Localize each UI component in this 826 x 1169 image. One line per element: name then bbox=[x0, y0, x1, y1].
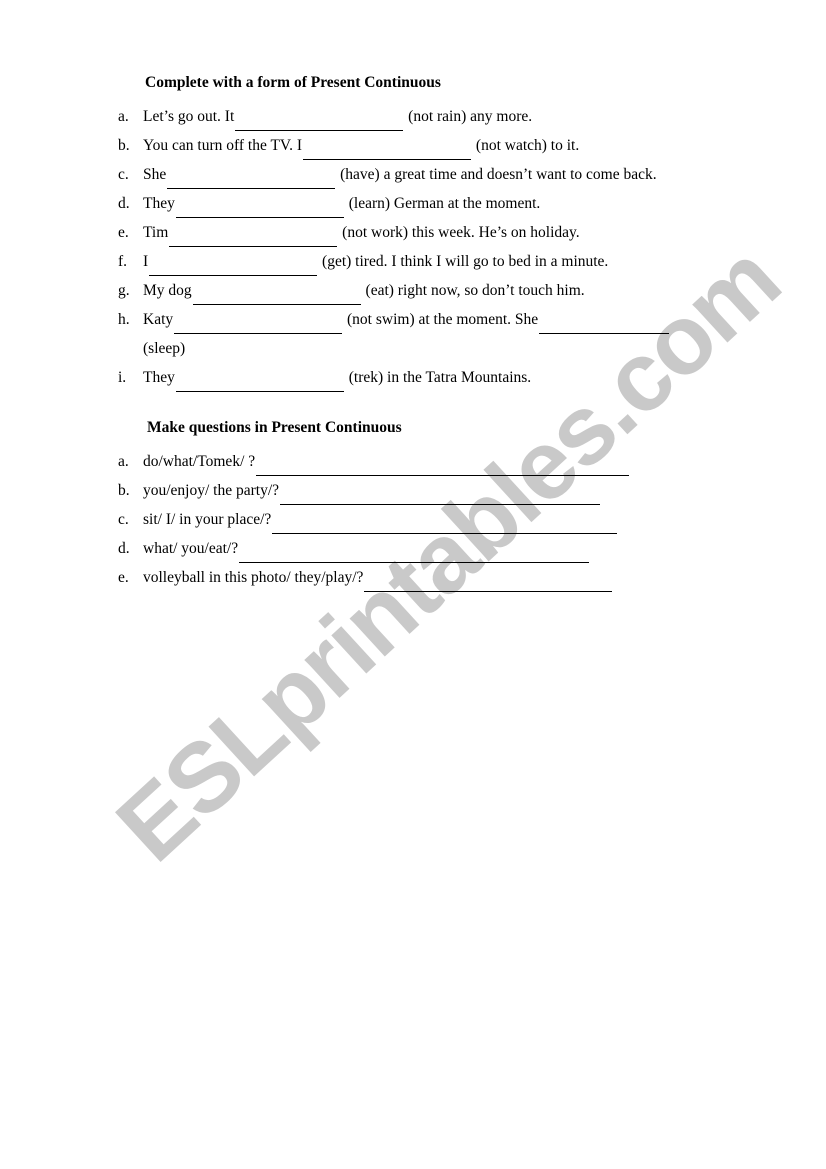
answer-blank[interactable] bbox=[149, 259, 318, 276]
item-text-before: Katy bbox=[143, 311, 174, 328]
item-text-after: (have) a great time and doesn’t want to … bbox=[336, 166, 657, 183]
item-marker: i. bbox=[118, 369, 127, 386]
item-text-before: My dog bbox=[143, 282, 192, 299]
exercise-item: h. Katy (not swim) at the moment. She bbox=[0, 305, 826, 334]
item-text-before: do/what/Tomek/ ? bbox=[143, 453, 256, 470]
answer-blank[interactable] bbox=[539, 317, 670, 334]
answer-blank[interactable] bbox=[256, 459, 630, 476]
exercise-item: c. sit/ I/ in your place/? bbox=[0, 505, 826, 534]
item-marker: c. bbox=[118, 511, 129, 528]
answer-blank[interactable] bbox=[174, 317, 343, 334]
exercise-item: c. She (have) a great time and doesn’t wa… bbox=[0, 160, 826, 189]
item-marker: a. bbox=[118, 453, 129, 470]
item-text-after: (eat) right now, so don’t touch him. bbox=[361, 282, 585, 299]
exercise-item: b. you/enjoy/ the party/? bbox=[0, 476, 826, 505]
exercise-item: b. You can turn off the TV. I (not watch)… bbox=[0, 131, 826, 160]
item-text-before: you/enjoy/ the party/? bbox=[143, 482, 280, 499]
item-marker: d. bbox=[118, 540, 130, 557]
answer-blank[interactable] bbox=[364, 575, 613, 592]
exercise-item: e. Tim (not work) this week. He’s on holi… bbox=[0, 218, 826, 247]
item-text-before: I bbox=[143, 253, 149, 270]
item-text-before: what/ you/eat/? bbox=[143, 540, 239, 557]
answer-blank[interactable] bbox=[175, 375, 344, 392]
item-text-before: They bbox=[143, 195, 175, 212]
section-questions-list: a. do/what/Tomek/ ? b. you/enjoy/ the party… bbox=[0, 447, 826, 592]
item-text-after: (not rain) any more. bbox=[404, 108, 533, 125]
item-marker: f. bbox=[118, 253, 128, 270]
item-text-before: volleyball in this photo/ they/play/? bbox=[143, 569, 364, 586]
section-complete: Complete with a form of Present Continuo… bbox=[0, 74, 826, 392]
exercise-item-continuation: (sleep) bbox=[0, 334, 826, 363]
exercise-item: f. I (get) tired. I think I will go to be… bbox=[0, 247, 826, 276]
item-text-after: (not swim) at the moment. She bbox=[343, 311, 539, 328]
item-marker: b. bbox=[118, 482, 130, 499]
item-marker: a. bbox=[118, 108, 129, 125]
section-questions: Make questions in Present Continuous a. d… bbox=[0, 419, 826, 592]
exercise-item: d. They (learn) German at the moment. bbox=[0, 189, 826, 218]
item-text-continuation: (sleep) bbox=[143, 340, 186, 357]
item-text-before: You can turn off the TV. I bbox=[143, 137, 303, 154]
item-marker: c. bbox=[118, 166, 129, 183]
item-text-after: (trek) in the Tatra Mountains. bbox=[344, 369, 532, 386]
item-text-after: (get) tired. I think I will go to bed in… bbox=[318, 253, 609, 270]
section-complete-list: a. Let’s go out. It (not rain) any more. b… bbox=[0, 102, 826, 392]
item-text-after: (not watch) to it. bbox=[472, 137, 580, 154]
exercise-item: e. volleyball in this photo/ they/play/? bbox=[0, 563, 826, 592]
item-text-before: They bbox=[143, 369, 175, 386]
answer-blank[interactable] bbox=[272, 517, 618, 534]
item-text-after: (learn) German at the moment. bbox=[344, 195, 541, 212]
item-marker: e. bbox=[118, 569, 129, 586]
exercise-item: i. They (trek) in the Tatra Mountains. bbox=[0, 363, 826, 392]
answer-blank[interactable] bbox=[280, 488, 601, 505]
exercise-item: d. what/ you/eat/? bbox=[0, 534, 826, 563]
answer-blank[interactable] bbox=[167, 172, 336, 189]
answer-blank[interactable] bbox=[192, 288, 361, 305]
exercise-item: a. do/what/Tomek/ ? bbox=[0, 447, 826, 476]
section-questions-heading: Make questions in Present Continuous bbox=[147, 419, 402, 436]
item-marker: b. bbox=[118, 137, 130, 154]
item-text-after: (not work) this week. He’s on holiday. bbox=[338, 224, 580, 241]
exercise-item: g. My dog (eat) right now, so don’t touch… bbox=[0, 276, 826, 305]
item-text-before: Let’s go out. It bbox=[143, 108, 235, 125]
answer-blank[interactable] bbox=[235, 114, 404, 131]
item-marker: g. bbox=[118, 282, 130, 299]
item-text-before: Tim bbox=[143, 224, 169, 241]
answer-blank[interactable] bbox=[175, 201, 344, 218]
item-text-before: sit/ I/ in your place/? bbox=[143, 511, 272, 528]
item-marker: h. bbox=[118, 311, 130, 328]
answer-blank[interactable] bbox=[239, 546, 590, 563]
item-marker: d. bbox=[118, 195, 130, 212]
exercise-item: a. Let’s go out. It (not rain) any more. bbox=[0, 102, 826, 131]
item-text-before: She bbox=[143, 166, 167, 183]
section-complete-heading: Complete with a form of Present Continuo… bbox=[145, 74, 441, 91]
worksheet-page: Complete with a form of Present Continuo… bbox=[0, 0, 826, 1169]
answer-blank[interactable] bbox=[303, 143, 472, 160]
item-marker: e. bbox=[118, 224, 129, 241]
answer-blank[interactable] bbox=[169, 230, 338, 247]
